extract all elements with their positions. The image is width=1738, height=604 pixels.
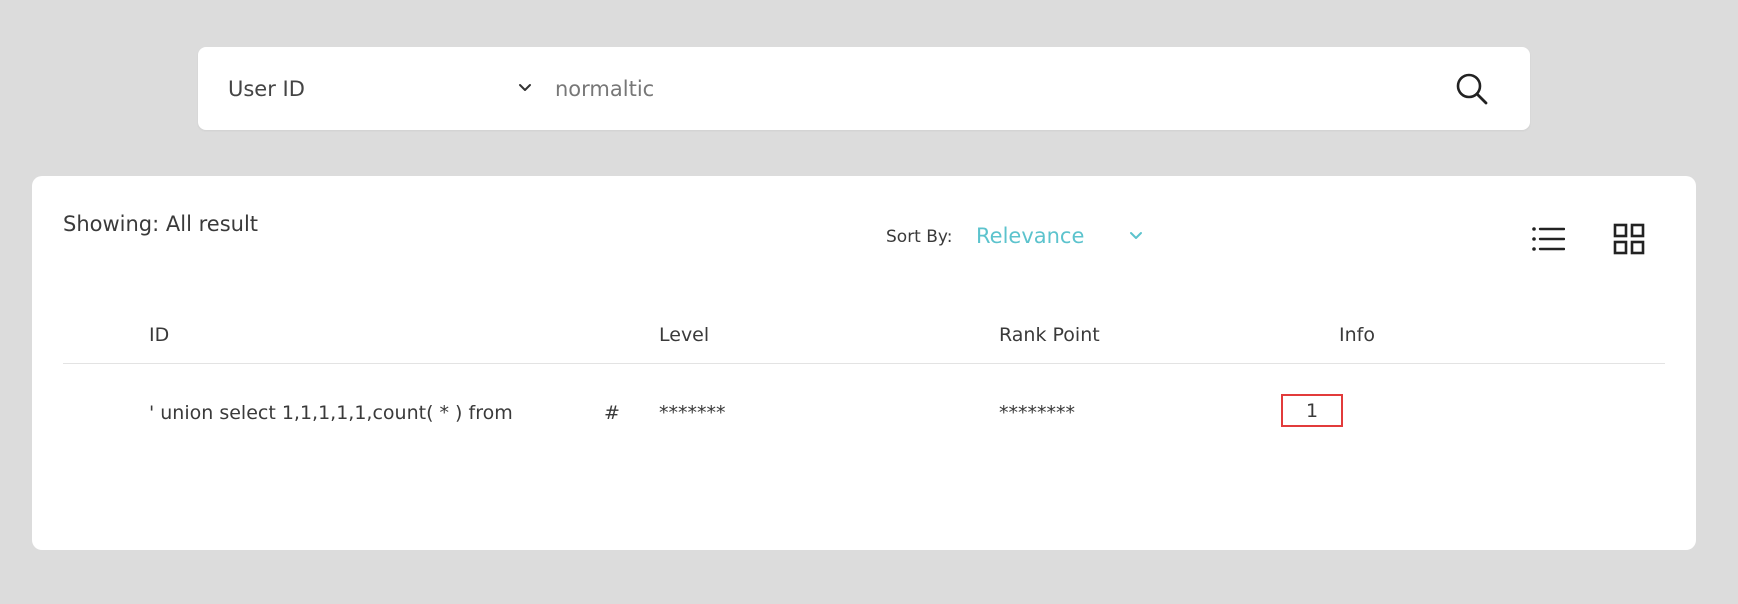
results-panel: Showing: All result Sort By: Relevance I… [32, 176, 1696, 550]
table-header: ID Level Rank Point Info [63, 324, 1665, 364]
row-info-cell[interactable]: 1 [1281, 394, 1343, 427]
chevron-down-icon [1130, 232, 1142, 239]
search-icon[interactable] [1454, 71, 1490, 107]
column-header-rank-point: Rank Point [999, 324, 1100, 346]
grid-view-icon[interactable] [1613, 223, 1645, 255]
list-view-icon[interactable] [1531, 224, 1565, 254]
row-level-cell: ******* [659, 402, 726, 424]
column-header-info: Info [1339, 324, 1375, 346]
chevron-down-icon [519, 84, 531, 91]
column-header-level: Level [659, 324, 710, 346]
column-header-id: ID [149, 324, 170, 346]
search-input[interactable] [555, 67, 1435, 110]
row-id-cell: ' union select 1,1,1,1,1,count( * ) from [149, 402, 513, 424]
row-rank-point-cell: ******** [999, 402, 1075, 424]
sort-select-value: Relevance [976, 224, 1085, 248]
showing-label: Showing: All result [63, 212, 259, 236]
sort-by-label: Sort By: [886, 227, 953, 247]
row-id-suffix: # [604, 402, 620, 424]
search-field-label: User ID [228, 76, 305, 101]
search-field-select[interactable]: User ID [228, 47, 533, 130]
search-bar: User ID [198, 47, 1530, 130]
table-row: ' union select 1,1,1,1,1,count( * ) from… [63, 394, 1665, 442]
sort-select[interactable]: Relevance [976, 218, 1176, 254]
